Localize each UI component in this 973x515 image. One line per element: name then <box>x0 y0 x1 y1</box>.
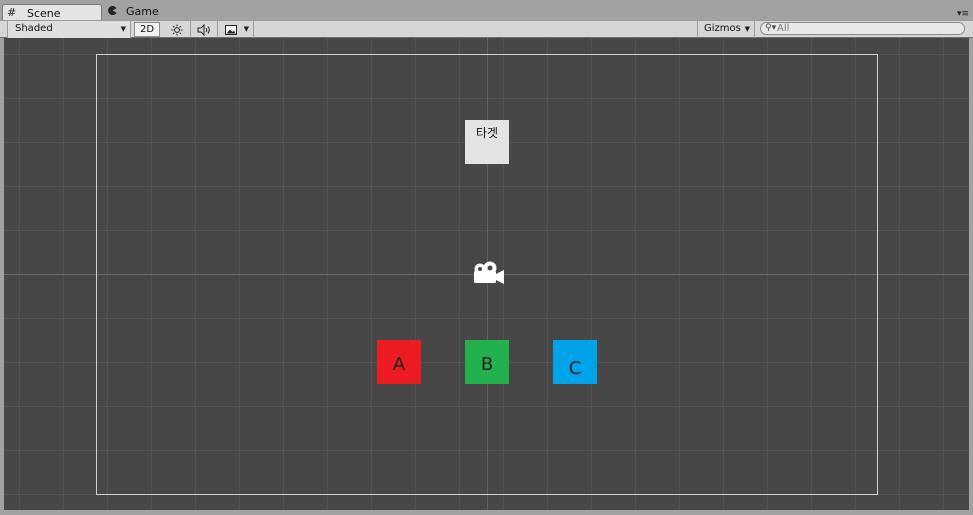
scene-viewport[interactable]: 타겟 A B C <box>4 38 969 510</box>
gizmos-label: Gizmos <box>704 23 741 34</box>
button-b[interactable]: B <box>465 340 509 384</box>
button-a-label: A <box>392 354 406 375</box>
chevron-down-icon: ▼ <box>243 25 249 33</box>
panel-menu-icon[interactable]: ▾≡ <box>957 10 969 19</box>
gizmos-dropdown[interactable]: Gizmos ▼ <box>697 21 755 38</box>
shading-mode-dropdown[interactable]: Shaded ▼ <box>7 21 131 38</box>
chevron-down-icon: ▼ <box>120 25 126 33</box>
camera-gizmo-icon[interactable] <box>468 260 506 288</box>
chevron-down-icon: ▼ <box>744 25 750 33</box>
image-icon <box>225 25 237 35</box>
effects-dropdown[interactable]: ▼ <box>218 21 254 38</box>
button-b-label: B <box>480 354 494 375</box>
grid-icon: # <box>7 6 17 19</box>
tab-bar: # Scene Game ▾≡ <box>0 0 973 21</box>
target-button-label: 타겟 <box>475 126 499 140</box>
tab-scene[interactable]: # Scene <box>2 4 102 21</box>
unity-scene-window: # Scene Game ▾≡ Shaded ▼ 2D ▼ Gizmos ▼ ⚲… <box>0 0 973 515</box>
hierarchy-search[interactable]: ⚲▾ <box>760 22 965 35</box>
button-c-label: C <box>568 358 582 379</box>
tab-game[interactable]: Game <box>104 3 184 20</box>
target-button[interactable]: 타겟 <box>465 120 509 164</box>
button-c[interactable]: C <box>553 340 597 384</box>
search-input[interactable] <box>777 23 957 34</box>
scene-toolbar: Shaded ▼ 2D ▼ Gizmos ▼ ⚲▾ All <box>0 20 973 38</box>
lighting-toggle[interactable] <box>163 21 191 38</box>
shading-mode-label: Shaded <box>15 23 53 34</box>
pacman-icon <box>108 4 117 19</box>
sun-icon <box>171 24 182 36</box>
search-icon: ⚲▾ <box>765 23 777 33</box>
2d-mode-toggle[interactable]: 2D <box>134 22 160 37</box>
tab-game-label: Game <box>126 5 159 18</box>
speaker-icon <box>197 23 210 37</box>
button-a[interactable]: A <box>377 340 421 384</box>
audio-toggle[interactable] <box>191 21 218 38</box>
